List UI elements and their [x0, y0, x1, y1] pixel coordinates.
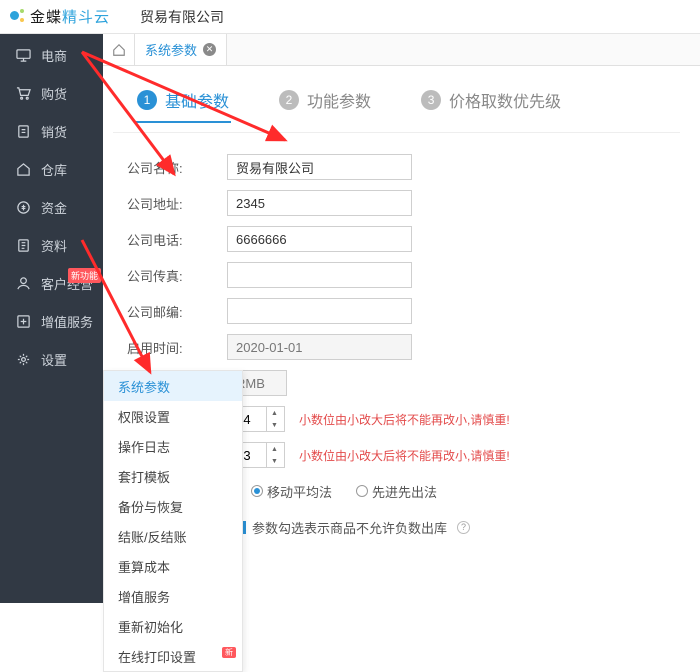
- sidebar-item-ecommerce[interactable]: 电商: [0, 36, 103, 74]
- brand-logo: 金蝶精斗云: [8, 6, 110, 27]
- step-number: 1: [137, 90, 157, 110]
- display-icon: [16, 48, 31, 63]
- sidebar-item-label: 资金: [41, 198, 67, 217]
- submenu-system-params[interactable]: 系统参数: [104, 371, 242, 401]
- gear-icon: [16, 352, 31, 367]
- brand-text-b: 精斗云: [62, 9, 110, 26]
- radio-icon: [251, 485, 263, 497]
- sidebar-item-label: 电商: [41, 46, 67, 65]
- label-company-zip: 公司邮编:: [127, 302, 227, 321]
- chevron-down-icon[interactable]: ▼: [267, 419, 282, 431]
- submenu-label: 结账/反结账: [118, 527, 187, 546]
- coin-icon: [16, 200, 31, 215]
- chevron-down-icon[interactable]: ▼: [267, 455, 282, 467]
- cart-icon: [16, 86, 31, 101]
- user-icon: [16, 276, 31, 291]
- sidebar-item-finance[interactable]: 资金: [0, 188, 103, 226]
- new-badge: 新: [222, 647, 236, 658]
- submenu-label: 在线打印设置: [118, 647, 196, 666]
- company-name: 贸易有限公司: [140, 7, 224, 27]
- radio-label: 移动平均法: [267, 482, 332, 501]
- step-function[interactable]: 2 功能参数: [279, 88, 371, 122]
- step-label: 基础参数: [165, 88, 229, 112]
- settings-submenu: 系统参数 权限设置 操作日志 套打模板 备份与恢复 结账/反结账 重算成本 增值…: [103, 370, 243, 672]
- sidebar-item-settings[interactable]: 设置: [0, 340, 103, 378]
- doc-icon: [16, 238, 31, 253]
- chevron-up-icon[interactable]: ▲: [267, 443, 282, 455]
- submenu-label: 重新初始化: [118, 617, 183, 636]
- sidebar-item-label: 仓库: [41, 160, 67, 179]
- radio-moving-avg[interactable]: 移动平均法: [251, 482, 332, 501]
- radio-icon: [356, 485, 368, 497]
- company-name-input[interactable]: [227, 154, 412, 180]
- main-area: 系统参数 ✕ 1基础参数 2功能参数 3价格取数优先级 公司名称: 公司地址: …: [103, 34, 700, 603]
- checkbox-label: 参数勾选表示商品不允许负数出库: [252, 518, 447, 537]
- label-company-name: 公司名称:: [127, 158, 227, 177]
- company-addr-input[interactable]: [227, 190, 412, 216]
- submenu-label: 操作日志: [118, 437, 170, 456]
- sidebar-item-label: 资料: [41, 236, 67, 255]
- sidebar-item-label: 销货: [41, 122, 67, 141]
- submenu-label: 备份与恢复: [118, 497, 183, 516]
- step-nav: 1 基础参数 2 功能参数 3 价格取数优先级: [113, 66, 680, 133]
- radio-label: 先进先出法: [372, 482, 437, 501]
- step-label: 价格取数优先级: [449, 88, 561, 112]
- enable-time-input[interactable]: [227, 334, 412, 360]
- tab-home[interactable]: [103, 34, 135, 65]
- step-label: 功能参数: [307, 88, 371, 112]
- home-icon: [16, 162, 31, 177]
- step-number: 2: [279, 90, 299, 110]
- submenu-print-tpl[interactable]: 套打模板: [104, 461, 242, 491]
- submenu-online-print[interactable]: 在线打印设置 新: [104, 641, 242, 671]
- label-enable-time: 启用时间:: [127, 338, 227, 357]
- step-number: 3: [421, 90, 441, 110]
- company-fax-input[interactable]: [227, 262, 412, 288]
- sidebar-item-label: 增值服务: [41, 312, 93, 331]
- company-tel-input[interactable]: [227, 226, 412, 252]
- topbar: 金蝶精斗云 贸易有限公司: [0, 0, 700, 34]
- sidebar: 电商 购货 销货 仓库 资金 资料 客户经营新功能 增值服务 设置: [0, 34, 103, 603]
- tab-label: 系统参数: [145, 40, 197, 59]
- company-zip-input[interactable]: [227, 298, 412, 324]
- submenu-op-log[interactable]: 操作日志: [104, 431, 242, 461]
- close-icon[interactable]: ✕: [203, 43, 216, 56]
- home-icon: [112, 43, 126, 57]
- sidebar-item-label: 设置: [41, 350, 67, 369]
- sidebar-item-sales[interactable]: 销货: [0, 112, 103, 150]
- tabbar: 系统参数 ✕: [103, 34, 700, 66]
- order-icon: [16, 124, 31, 139]
- warning-text: 小数位由小改大后将不能再改小,请慎重!: [299, 447, 510, 464]
- submenu-label: 套打模板: [118, 467, 170, 486]
- warning-text: 小数位由小改大后将不能再改小,请慎重!: [299, 411, 510, 428]
- submenu-label: 权限设置: [118, 407, 170, 426]
- step-price[interactable]: 3 价格取数优先级: [421, 88, 561, 122]
- radio-fifo[interactable]: 先进先出法: [356, 482, 437, 501]
- label-company-tel: 公司电话:: [127, 230, 227, 249]
- sidebar-item-customer[interactable]: 客户经营新功能: [0, 264, 103, 302]
- plus-box-icon: [16, 314, 31, 329]
- label-company-fax: 公司传真:: [127, 266, 227, 285]
- tab-system-params[interactable]: 系统参数 ✕: [135, 34, 227, 65]
- submenu-valueadd[interactable]: 增值服务: [104, 581, 242, 611]
- brand-text-a: 金蝶: [30, 9, 62, 26]
- sidebar-item-purchase[interactable]: 购货: [0, 74, 103, 112]
- step-basic[interactable]: 1 基础参数: [137, 88, 229, 122]
- sidebar-item-valueadd[interactable]: 增值服务: [0, 302, 103, 340]
- new-badge: 新功能: [68, 268, 101, 283]
- submenu-label: 系统参数: [118, 377, 170, 396]
- sidebar-item-label: 购货: [41, 84, 67, 103]
- submenu-backup[interactable]: 备份与恢复: [104, 491, 242, 521]
- sidebar-item-warehouse[interactable]: 仓库: [0, 150, 103, 188]
- submenu-permissions[interactable]: 权限设置: [104, 401, 242, 431]
- submenu-closing[interactable]: 结账/反结账: [104, 521, 242, 551]
- help-icon[interactable]: ?: [457, 521, 470, 534]
- submenu-label: 重算成本: [118, 557, 170, 576]
- chevron-up-icon[interactable]: ▲: [267, 407, 282, 419]
- submenu-reinit[interactable]: 重新初始化: [104, 611, 242, 641]
- label-company-addr: 公司地址:: [127, 194, 227, 213]
- logo-icon: [8, 8, 26, 26]
- sidebar-item-data[interactable]: 资料: [0, 226, 103, 264]
- submenu-recalc[interactable]: 重算成本: [104, 551, 242, 581]
